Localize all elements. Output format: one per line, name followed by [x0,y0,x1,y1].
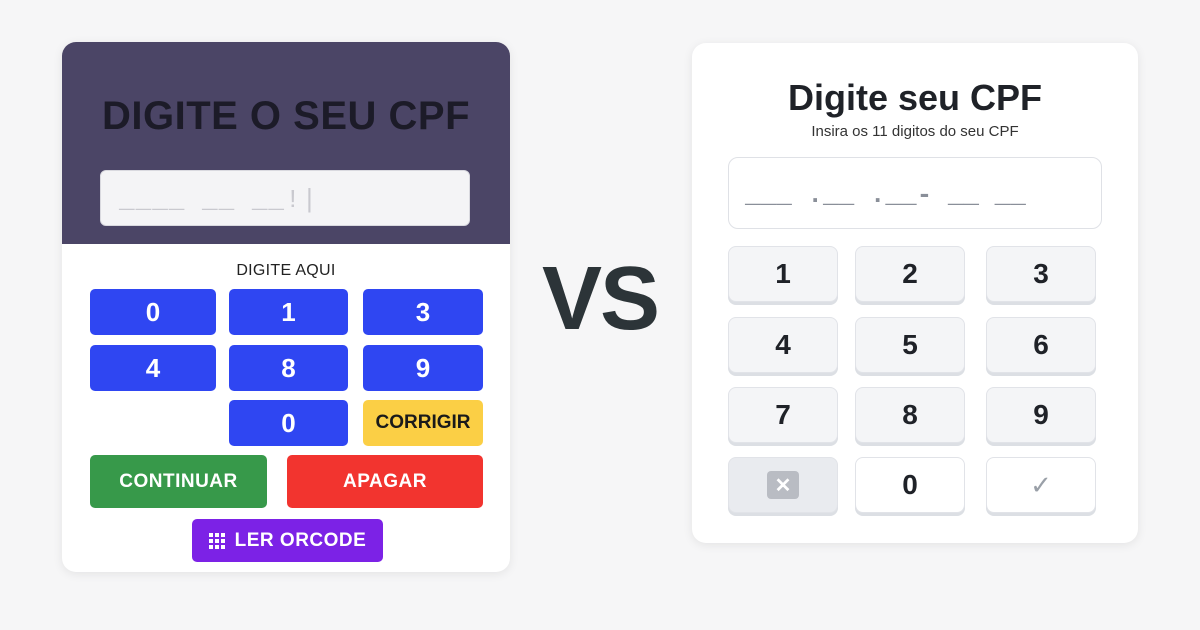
right-key-1[interactable]: 1 [728,246,838,302]
ler-qrcode-button[interactable]: LER ORCODE [192,519,383,562]
right-key-5[interactable]: 5 [855,317,965,373]
vs-label: VS [541,249,660,349]
left-key-4[interactable]: 4 [90,345,216,391]
grid-icon [208,532,225,549]
right-subtitle: Insira os 11 digitos do seu CPF [811,123,1019,140]
apagar-button[interactable]: APAGAR [287,455,483,508]
right-key-0[interactable]: 0 [855,457,965,513]
confirm-button[interactable]: ✓ [986,457,1096,513]
right-key-8[interactable]: 8 [855,387,965,443]
ler-qrcode-label: LER ORCODE [234,529,367,551]
left-caption: DIGITE AQUI [236,262,336,279]
right-key-6[interactable]: 6 [986,317,1096,373]
left-cpf-input-value: ____ __ __!| [119,185,319,215]
left-key-0[interactable]: 0 [90,289,216,335]
right-keypad-panel: Digite seu CPF Insira os 11 digitos do s… [692,43,1138,543]
left-key-1[interactable]: 1 [229,289,348,335]
left-cpf-input[interactable]: ____ __ __!| [100,170,470,226]
left-keypad-panel: DIGITE O SEU CPF ____ __ __!| DIGITE AQU… [62,42,510,572]
delete-button[interactable]: ✕ [728,457,838,513]
right-cpf-input[interactable]: ___ .__ .__- __ __ [728,157,1102,229]
left-title: DIGITE O SEU CPF [101,94,471,138]
right-key-4[interactable]: 4 [728,317,838,373]
right-cpf-input-value: ___ .__ .__- __ __ [745,180,1026,210]
right-key-7[interactable]: 7 [728,387,838,443]
left-key-0-bottom[interactable]: 0 [229,400,348,446]
left-header: DIGITE O SEU CPF ____ __ __!| [62,42,510,244]
right-key-9[interactable]: 9 [986,387,1096,443]
right-title: Digite seu CPF [787,77,1043,118]
left-key-8[interactable]: 8 [229,345,348,391]
check-icon: ✓ [1030,469,1052,500]
left-key-9[interactable]: 9 [363,345,483,391]
continuar-button[interactable]: CONTINUAR [90,455,267,508]
corrigir-button[interactable]: CORRIGIR [363,400,483,446]
right-key-3[interactable]: 3 [986,246,1096,302]
backspace-x-icon: ✕ [767,471,799,499]
left-key-3[interactable]: 3 [363,289,483,335]
right-key-2[interactable]: 2 [855,246,965,302]
